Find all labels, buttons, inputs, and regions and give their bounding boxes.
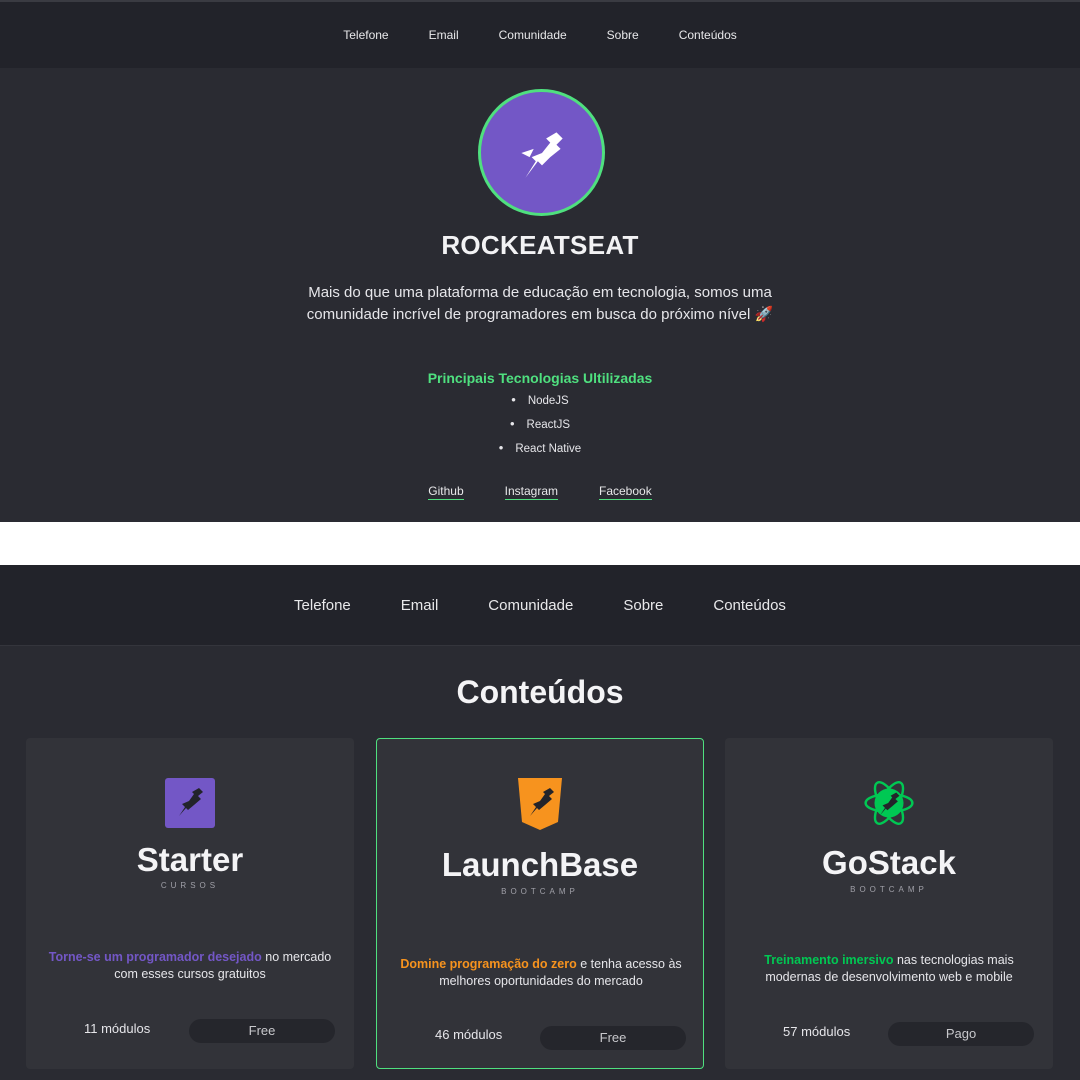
nav-telefone[interactable]: Telefone <box>343 28 388 42</box>
card-kind: BOOTCAMP <box>501 887 579 896</box>
module-count: 11 módulos <box>84 1021 151 1036</box>
nav-comunidade[interactable]: Comunidade <box>499 28 567 42</box>
technologies-title: Principais Tecnologias Ultilizadas <box>427 370 653 386</box>
list-item: React Native <box>0 440 1080 464</box>
nav-conteudos[interactable]: Conteúdos <box>679 28 737 42</box>
social-links: Github Instagram Facebook <box>0 484 1080 500</box>
rocket-square-icon <box>165 778 215 828</box>
avatar <box>478 89 605 216</box>
module-count: 57 módulos <box>783 1024 851 1039</box>
profile-page: Telefone Email Comunidade Sobre Conteúdo… <box>0 0 1080 522</box>
nav-telefone[interactable]: Telefone <box>294 597 351 614</box>
technologies-list: NodeJS ReactJS React Native <box>0 392 1080 464</box>
rocket-atom-icon <box>864 778 914 828</box>
card-kind: CURSOS <box>160 881 220 890</box>
top-nav: Telefone Email Comunidade Sobre Conteúdo… <box>0 0 1080 68</box>
module-count: 46 módulos <box>435 1027 503 1042</box>
nav-email[interactable]: Email <box>401 597 439 614</box>
card-description: Domine programação do zero e tenha acess… <box>397 956 685 990</box>
facebook-link[interactable]: Facebook <box>599 484 652 500</box>
nav-conteudos[interactable]: Conteúdos <box>713 597 786 614</box>
card-gostack[interactable]: GoStack BOOTCAMP Treinamento imersivo na… <box>725 738 1053 1069</box>
card-name: GoStack <box>822 844 956 881</box>
price-badge[interactable]: Free <box>189 1019 335 1043</box>
card-highlight: Domine programação do zero <box>400 957 577 971</box>
price-badge[interactable]: Pago <box>888 1022 1034 1046</box>
list-item: NodeJS <box>0 392 1080 416</box>
nav-email[interactable]: Email <box>429 28 459 42</box>
nav-comunidade[interactable]: Comunidade <box>488 597 573 614</box>
card-description: Torne-se um programador desejado no merc… <box>46 949 334 983</box>
card-name: LaunchBase <box>441 846 639 883</box>
card-name: Starter <box>136 841 244 878</box>
top-nav: Telefone Email Comunidade Sobre Conteúdo… <box>0 565 1080 646</box>
contents-title: Conteúdos <box>456 674 624 710</box>
list-item: ReactJS <box>0 416 1080 440</box>
card-highlight: Treinamento imersivo <box>764 953 894 967</box>
rocket-logo-icon <box>520 131 563 178</box>
card-description: Treinamento imersivo nas tecnologias mai… <box>745 952 1033 986</box>
description: Mais do que uma plataforma de educação e… <box>306 284 774 323</box>
price-badge[interactable]: Free <box>540 1026 686 1050</box>
card-highlight: Torne-se um programador desejado <box>48 950 262 964</box>
card-kind: BOOTCAMP <box>850 885 928 894</box>
github-link[interactable]: Github <box>428 484 464 500</box>
card-launchbase[interactable]: LaunchBase BOOTCAMP Domine programação d… <box>376 738 704 1069</box>
nav-sobre[interactable]: Sobre <box>623 597 663 614</box>
rocket-shield-icon <box>515 778 565 830</box>
brand-title: ROCKEATSEAT <box>441 230 639 260</box>
nav-sobre[interactable]: Sobre <box>607 28 639 42</box>
card-starter[interactable]: Starter CURSOS Torne-se um programador d… <box>26 738 354 1069</box>
instagram-link[interactable]: Instagram <box>504 484 558 500</box>
